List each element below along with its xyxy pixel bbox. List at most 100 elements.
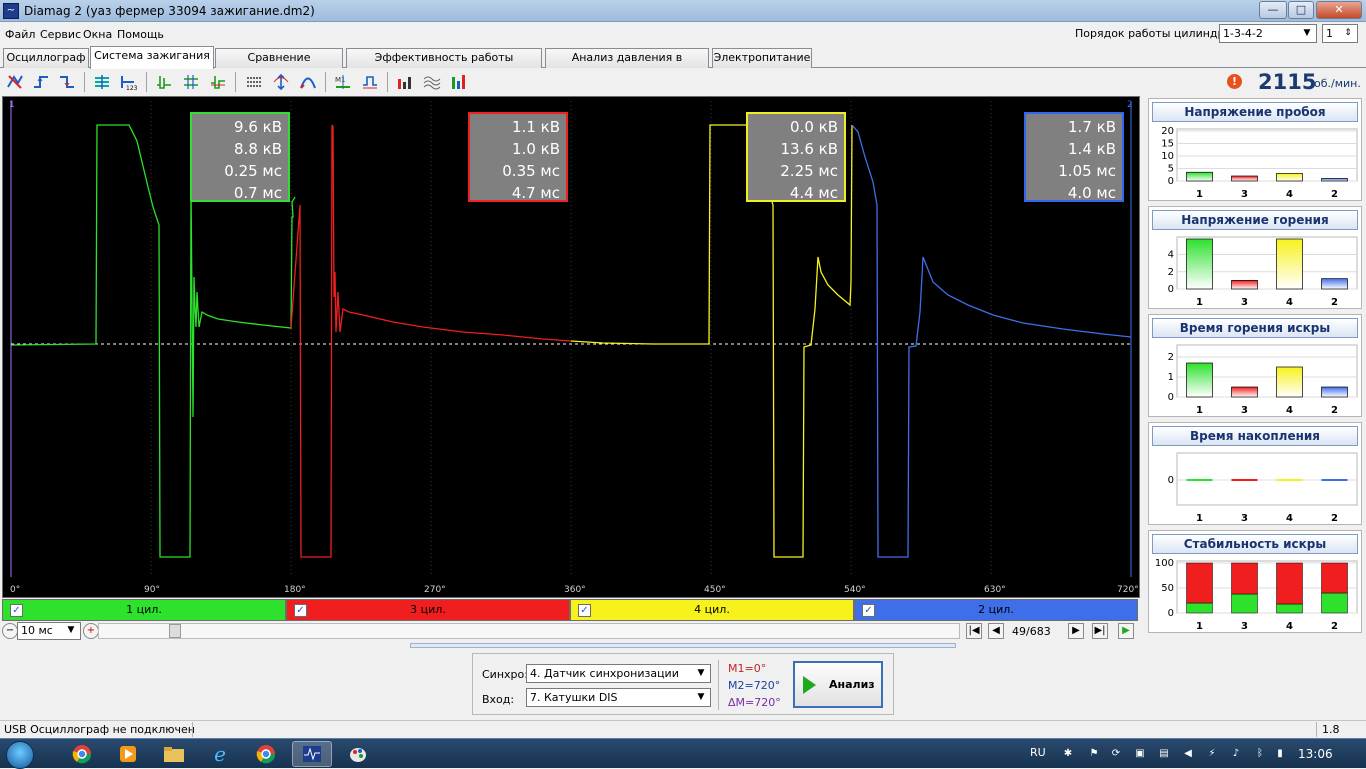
y-tick-label: 20 xyxy=(1161,126,1174,137)
panel-splitter[interactable] xyxy=(410,643,956,648)
stack-channels-icon[interactable] xyxy=(91,71,113,93)
tray-app-icon[interactable]: ✱ xyxy=(1062,748,1074,760)
spark-parade-icon[interactable] xyxy=(153,71,175,93)
menu-help[interactable]: Помощь xyxy=(117,28,164,41)
panel-title[interactable]: Время горения искры xyxy=(1152,318,1358,338)
tab-oscilloscope[interactable]: Осциллограф xyxy=(3,48,89,68)
play-icon[interactable]: ▶ xyxy=(1118,623,1134,639)
category-label: 2 xyxy=(1331,297,1338,308)
bar xyxy=(1186,171,1213,182)
language-indicator[interactable]: RU xyxy=(1030,746,1046,759)
x-tick-label: 450° xyxy=(704,585,726,595)
horizontal-lines-icon[interactable] xyxy=(243,71,265,93)
analyze-label: Анализ xyxy=(829,678,875,691)
cylinder-toggle-4[interactable]: ✓ 4 цил. xyxy=(570,599,854,621)
cylinder-number-select[interactable]: 1 ⇕ xyxy=(1322,24,1358,43)
menu-service[interactable]: Сервис xyxy=(40,28,81,41)
x-tick-label: 720° xyxy=(1117,585,1139,595)
cylinder-toggle-3[interactable]: ✓ 3 цил. xyxy=(286,599,570,621)
title-bar: ~ Diamag 2 (уаз фермер 33094 зажигание.d… xyxy=(0,0,1366,22)
ie-icon[interactable]: e xyxy=(200,741,240,767)
media-player-icon[interactable] xyxy=(108,741,148,767)
cylinder-order-icon[interactable]: 1234 xyxy=(117,71,139,93)
curve-icon[interactable] xyxy=(297,71,319,93)
flag-icon[interactable]: ⚑ xyxy=(1088,748,1100,760)
panel-title[interactable]: Время накопления xyxy=(1152,426,1358,446)
panel-title[interactable]: Напряжение пробоя xyxy=(1152,102,1358,122)
category-label: 1 xyxy=(1196,189,1203,200)
spark-raster-icon[interactable] xyxy=(180,71,202,93)
speaker-icon[interactable]: ♪ xyxy=(1230,748,1242,760)
chrome-icon[interactable] xyxy=(246,741,286,767)
bar xyxy=(1321,278,1348,290)
cylinder-order-select[interactable]: 1-3-4-2 ▼ xyxy=(1219,24,1317,43)
burn-voltage: 8.8 кВ xyxy=(234,140,282,158)
histogram-icon[interactable] xyxy=(448,71,470,93)
bluetooth-icon[interactable]: ᛒ xyxy=(1254,748,1266,760)
oscilloscope-plot: 0° 90° 180° 270° 360° 450° 540° 630° 720° 1 2 xyxy=(9,100,1139,595)
analyze-button[interactable]: Анализ xyxy=(793,661,883,708)
paint-icon[interactable] xyxy=(338,741,378,767)
tab-power-supply[interactable]: Электропитание xyxy=(712,48,812,68)
spark-overlay-icon[interactable] xyxy=(207,71,229,93)
last-page-icon[interactable]: ▶| xyxy=(1092,623,1108,639)
close-button[interactable]: ✕ xyxy=(1316,1,1362,19)
sync-select[interactable]: 4. Датчик синхронизации ▼ xyxy=(526,664,711,683)
tab-cylinder-comparison[interactable]: Сравнение цилиндров xyxy=(215,48,343,82)
zoom-out-icon[interactable]: − xyxy=(2,623,18,639)
next-page-icon[interactable]: ▶ xyxy=(1068,623,1084,639)
horizontal-scrollbar[interactable] xyxy=(98,623,960,639)
rising-edge-icon[interactable] xyxy=(30,71,52,93)
marker-m1-icon[interactable]: M1 xyxy=(332,71,354,93)
sync-label: Синхро: xyxy=(482,668,528,681)
checkbox-icon[interactable]: ✓ xyxy=(10,604,23,617)
marker-m2-icon[interactable] xyxy=(359,71,381,93)
bar-report-icon[interactable] xyxy=(394,71,416,93)
battery-icon[interactable]: ▮ xyxy=(1274,748,1286,760)
waves-icon[interactable] xyxy=(421,71,443,93)
display-icon[interactable]: ▣ xyxy=(1134,748,1146,760)
menu-windows[interactable]: Окна xyxy=(83,28,112,41)
input-select[interactable]: 7. Катушки DIS ▼ xyxy=(526,688,711,707)
folder-icon[interactable] xyxy=(154,741,194,767)
warning-icon: ! xyxy=(1227,74,1242,89)
chevron-down-icon: ▼ xyxy=(1303,28,1311,38)
diamag-icon[interactable] xyxy=(292,741,332,767)
first-page-icon[interactable]: |◀ xyxy=(966,623,982,639)
checkbox-icon[interactable]: ✓ xyxy=(294,604,307,617)
oscilloscope-display[interactable]: 0° 90° 180° 270° 360° 450° 540° 630° 720° 1 2 9.… xyxy=(2,96,1140,598)
burn-voltage-panel: Напряжение горения 4 2 0 1 3 4 2 xyxy=(1148,206,1362,309)
auto-cursor-icon[interactable] xyxy=(4,71,26,93)
vertical-scale-icon[interactable] xyxy=(270,71,292,93)
cylinder-toggle-2[interactable]: ✓ 2 цил. xyxy=(854,599,1138,621)
zoom-in-icon[interactable]: + xyxy=(83,623,99,639)
cylinder-toggle-1[interactable]: ✓ 1 цил. xyxy=(2,599,286,621)
tab-ignition-system[interactable]: Система зажигания xyxy=(90,46,214,69)
usb-icon[interactable]: ⚡ xyxy=(1206,748,1218,760)
x-tick-label: 180° xyxy=(284,585,306,595)
burn-time: 0.25 мс xyxy=(224,162,282,180)
minimize-button[interactable]: — xyxy=(1259,1,1287,19)
tab-pressure-analysis[interactable]: Анализ давления в цилиндре xyxy=(545,48,709,82)
start-button[interactable] xyxy=(6,741,34,769)
network-icon[interactable]: ▤ xyxy=(1158,748,1170,760)
update-icon[interactable]: ⟳ xyxy=(1110,748,1122,760)
panel-title[interactable]: Стабильность искры xyxy=(1152,534,1358,554)
category-label: 3 xyxy=(1241,189,1248,200)
checkbox-icon[interactable]: ✓ xyxy=(862,604,875,617)
scrollbar-thumb[interactable] xyxy=(169,624,181,638)
oscilloscope-icon[interactable]: ~ xyxy=(3,3,19,19)
checkbox-icon[interactable]: ✓ xyxy=(578,604,591,617)
chrome-icon[interactable] xyxy=(62,741,102,767)
x-tick-label: 90° xyxy=(144,585,160,595)
status-bar: USB Осциллограф не подключен 1.8 xyxy=(0,720,1366,738)
panel-title[interactable]: Напряжение горения xyxy=(1152,210,1358,230)
falling-edge-icon[interactable] xyxy=(56,71,78,93)
prev-page-icon[interactable]: ◀ xyxy=(988,623,1004,639)
menu-file[interactable]: Файл xyxy=(5,28,35,41)
y-tick-label: 10 xyxy=(1161,151,1174,162)
timebase-select[interactable]: 10 мс ▼ xyxy=(17,622,81,640)
tab-cylinder-efficiency[interactable]: Эффективность работы цилиндров xyxy=(346,48,542,82)
maximize-button[interactable]: □ xyxy=(1288,1,1314,19)
volume-muted-icon[interactable]: ◀ xyxy=(1182,748,1194,760)
